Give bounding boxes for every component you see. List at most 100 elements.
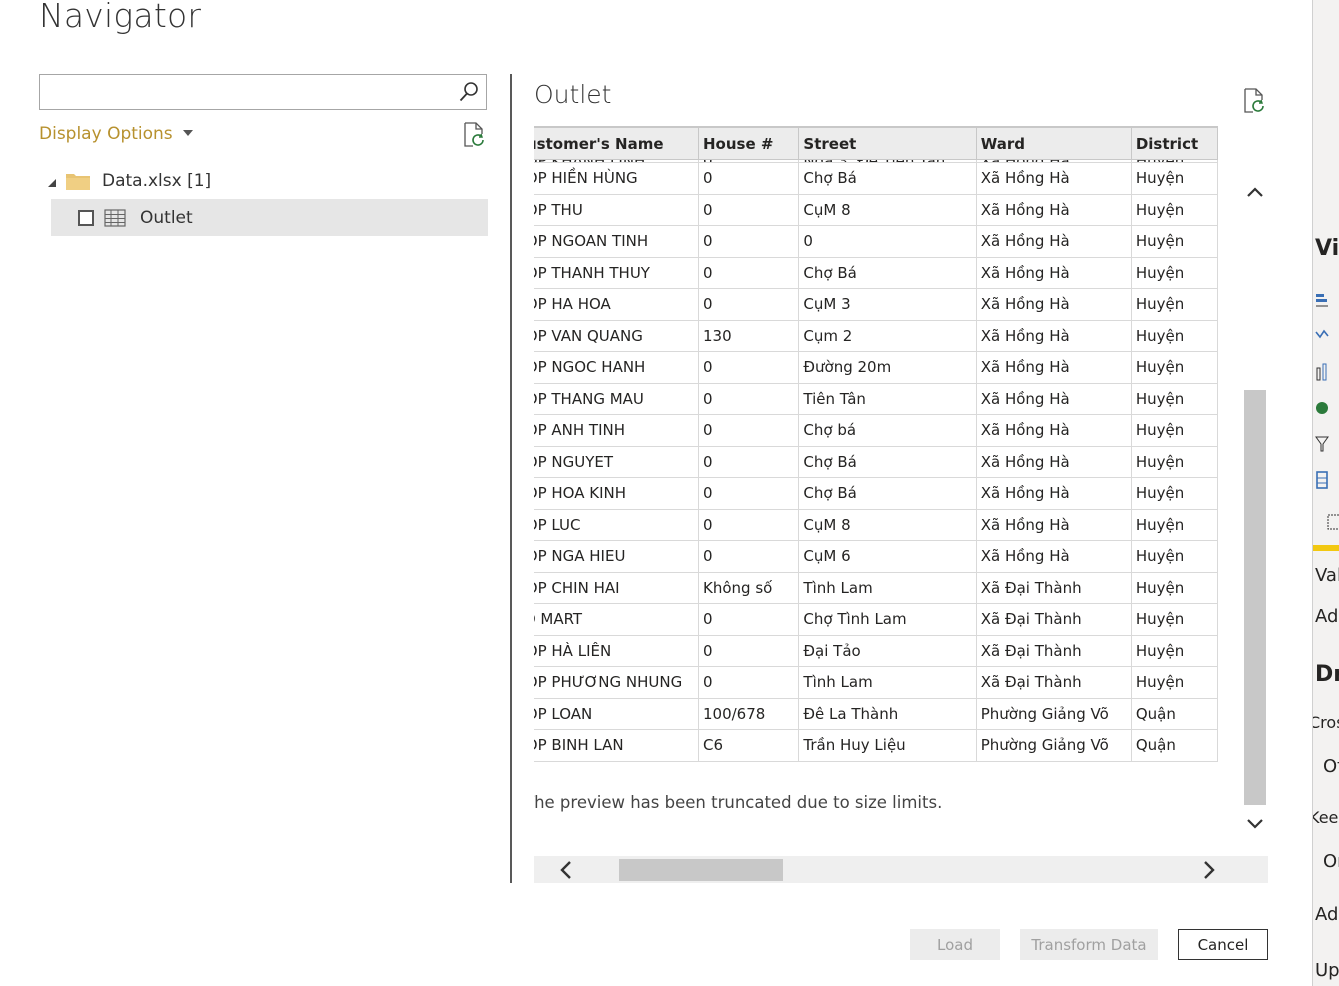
table-row: HOP HOA KINH0Chợ BáXã Hồng HàHuyện xyxy=(534,477,1219,510)
table-cell: Phường Giảng Võ xyxy=(976,697,1132,730)
bg-label: Add xyxy=(1315,904,1339,925)
bg-label: Vis xyxy=(1315,236,1339,261)
table-row: HOP PHƯƠNG NHUNG0Tình LamXã Đại ThànhHuy… xyxy=(534,666,1219,699)
search-input[interactable] xyxy=(40,75,466,107)
table-cell: Xã Hồng Hà xyxy=(976,477,1132,510)
table-cell: HOP THANG MAU xyxy=(534,382,699,415)
tree-file-label: Data.xlsx [1] xyxy=(102,171,212,191)
cancel-button[interactable]: Cancel xyxy=(1178,929,1268,960)
table-cell: CụM 8 xyxy=(798,508,977,541)
table-row: HOP THANG MAU0Tiên TânXã Hồng HàHuyện xyxy=(534,382,1219,415)
table-cell: Huyện xyxy=(1131,351,1219,384)
table-cell: Xã Hồng Hà xyxy=(976,445,1132,478)
table-cell: HOP PHƯƠNG NHUNG xyxy=(534,666,699,699)
table-cell: CụM 8 xyxy=(798,193,977,226)
refresh-icon[interactable] xyxy=(1242,88,1266,114)
table-cell: Huyện xyxy=(1131,634,1219,667)
column-header[interactable]: Customer's Name xyxy=(534,126,699,160)
table-cell: Không số xyxy=(698,571,800,604)
table-cell: Huyện xyxy=(1131,414,1219,447)
table-cell: Tình Lam xyxy=(798,571,977,604)
table-cell: HOP HIỀN HÙNG xyxy=(534,162,699,195)
bg-label: Of xyxy=(1323,756,1339,777)
preview-table-viewport[interactable]: Customer's Name House # Street Ward Dist… xyxy=(534,126,1242,773)
selected-tab-indicator xyxy=(1313,545,1339,551)
table-cell: Chợ Bá xyxy=(798,477,977,510)
table-cell: Huyện xyxy=(1131,445,1219,478)
stacked-bar-icon xyxy=(1316,294,1328,307)
preview-table: Customer's Name House # Street Ward Dist… xyxy=(534,126,1219,762)
globe-icon xyxy=(1316,402,1328,414)
bg-label: Dr xyxy=(1315,662,1339,687)
table-cell: Huyện xyxy=(1131,256,1219,289)
table-cell: Xã Hồng Hà xyxy=(976,414,1132,447)
transform-data-button[interactable]: Transform Data xyxy=(1020,929,1158,960)
pane-divider[interactable] xyxy=(510,74,512,883)
column-header[interactable]: House # xyxy=(697,126,800,160)
table-cell: 0 xyxy=(698,666,800,699)
table-cell: Cụm 2 xyxy=(798,319,977,352)
table-cell: 0 xyxy=(798,225,977,258)
table-cell: 0 xyxy=(698,162,800,195)
table-cell: 0 xyxy=(698,634,800,667)
vertical-scroll-thumb[interactable] xyxy=(1244,390,1266,805)
table-row: HOP THANH THUY0Chợ BáXã Hồng HàHuyện xyxy=(534,256,1219,289)
table-row: HOP HA HOA0CụM 3Xã Hồng HàHuyện xyxy=(534,288,1219,321)
tree-item-outlet[interactable]: Outlet xyxy=(51,199,488,236)
table-cell: 100/678 xyxy=(698,697,800,730)
table-cell: Phường Giảng Võ xyxy=(976,729,1132,762)
folder-icon xyxy=(66,174,90,190)
table-cell: Xã Hồng Hà xyxy=(976,540,1132,573)
table-cell: 0 xyxy=(698,508,800,541)
table-cell: Huyện xyxy=(1131,666,1219,699)
table-cell: Chợ bá xyxy=(798,414,977,447)
table-cell: Xã Hồng Hà xyxy=(976,288,1132,321)
search-icon[interactable] xyxy=(458,81,480,103)
table-cell: HOP THU xyxy=(534,193,699,226)
table-row: HOP HÀ LIÊN0Đại TảoXã Đại ThànhHuyện xyxy=(534,634,1219,667)
table-cell: 130 xyxy=(698,319,800,352)
column-header[interactable]: Street xyxy=(798,126,977,160)
collapse-triangle-icon[interactable] xyxy=(48,179,56,187)
table-cell: Xã Hồng Hà xyxy=(976,256,1132,289)
table-cell: Chợ Bá xyxy=(798,445,977,478)
chevron-down-icon[interactable] xyxy=(1245,814,1265,834)
table-cell: Xã Hồng Hà xyxy=(976,319,1132,352)
table-row: HOP NGOAN TINH00Xã Hồng HàHuyện xyxy=(534,225,1219,258)
column-chart-icon xyxy=(1316,363,1327,381)
column-header[interactable]: District xyxy=(1130,126,1219,160)
table-cell: CụM 6 xyxy=(798,540,977,573)
table-cell: 0 xyxy=(698,288,800,321)
table-cell: HOP NGOC HANH xyxy=(534,351,699,384)
table-cell: XO MART xyxy=(534,603,699,636)
table-cell: Huyện xyxy=(1131,288,1219,321)
table-row: XO MART0Chợ Tình LamXã Đại ThànhHuyện xyxy=(534,603,1219,636)
table-icon xyxy=(1327,514,1339,530)
display-options-dropdown[interactable]: Display Options xyxy=(39,124,193,144)
chevron-up-icon[interactable] xyxy=(1245,182,1265,202)
table-cell: HOP HOA KINH xyxy=(534,477,699,510)
table-row: HOP VAN QUANG130Cụm 2Xã Hồng HàHuyện xyxy=(534,319,1219,352)
chevron-left-icon[interactable] xyxy=(556,859,576,881)
table-cell: 0 xyxy=(698,193,800,226)
table-cell: Quận xyxy=(1131,697,1219,730)
table-cell: Huyện xyxy=(1131,193,1219,226)
table-cell: 0 xyxy=(698,477,800,510)
table-cell: Trần Huy Liệu xyxy=(798,729,977,762)
table-cell: Xã Đại Thành xyxy=(976,603,1132,636)
chevron-down-icon xyxy=(182,130,193,136)
table-cell: 0 xyxy=(698,382,800,415)
table-cell: HOP VAN QUANG xyxy=(534,319,699,352)
search-box[interactable] xyxy=(39,74,487,110)
checkbox[interactable] xyxy=(78,209,94,226)
horizontal-scroll-thumb[interactable] xyxy=(619,859,783,881)
refresh-icon[interactable] xyxy=(462,122,486,148)
chevron-right-icon[interactable] xyxy=(1199,859,1219,881)
table-header-row: Customer's Name House # Street Ward Dist… xyxy=(534,126,1219,160)
load-button[interactable]: Load xyxy=(910,929,1000,960)
tree-node-file[interactable]: Data.xlsx [1] xyxy=(48,170,211,192)
table-cell: 0 xyxy=(698,351,800,384)
column-header[interactable]: Ward xyxy=(975,126,1132,160)
table-cell: 0 xyxy=(698,603,800,636)
table-row: HOP ANH TINH0Chợ báXã Hồng HàHuyện xyxy=(534,414,1219,447)
